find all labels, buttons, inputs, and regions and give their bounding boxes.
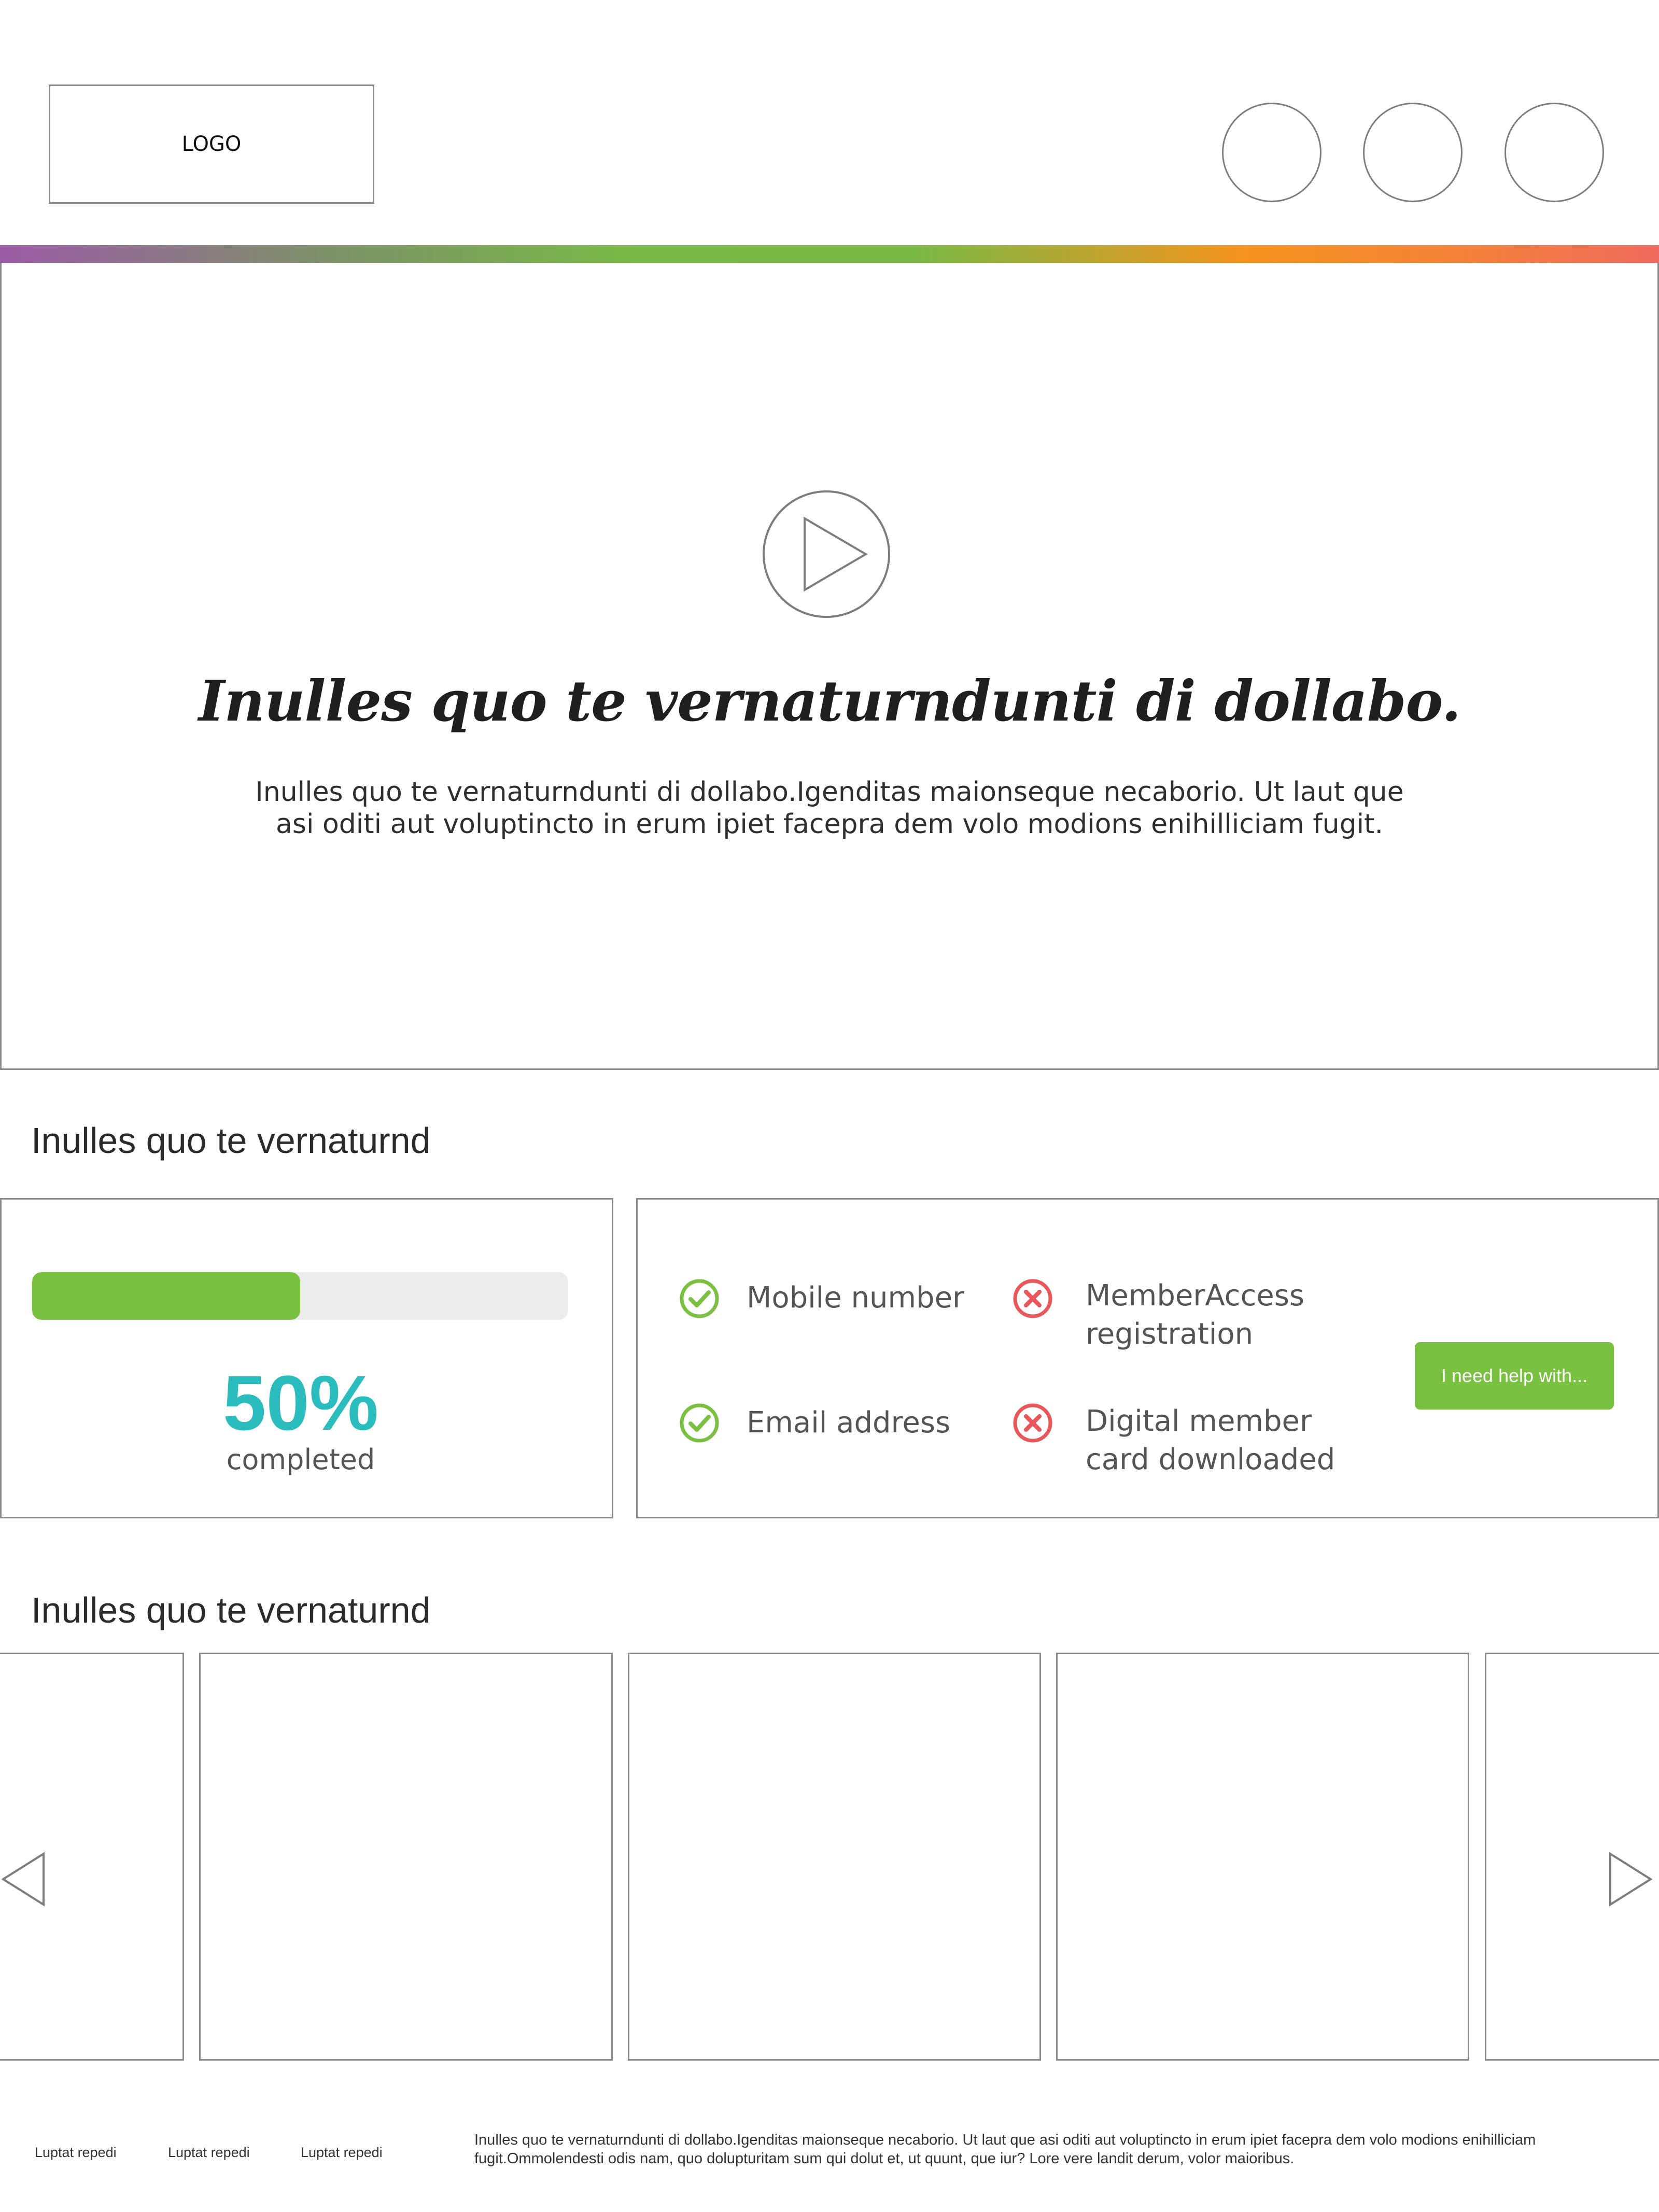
checklist-item-mobile: Mobile number	[747, 1281, 965, 1315]
logo[interactable]: LOGO	[49, 84, 374, 204]
progress-bar	[32, 1272, 568, 1320]
check-circle-icon	[680, 1279, 719, 1318]
chevron-left-icon[interactable]	[0, 1851, 47, 1908]
carousel-card-1[interactable]	[199, 1653, 613, 2061]
hero-description: Inulles quo te vernaturndunti di dollabo…	[255, 777, 1404, 840]
checklist-item-email: Email address	[747, 1406, 951, 1440]
play-icon[interactable]	[762, 490, 891, 618]
hero-title: Inulles quo te vernaturndunti di dollabo…	[198, 669, 1461, 734]
checklist-item-memberaccess: MemberAccess registration	[1086, 1279, 1305, 1351]
gradient-divider	[0, 245, 1659, 263]
carousel-section-title: Inulles quo te vernaturnd	[31, 1590, 431, 1630]
checklist-item-digital-card: Digital member card downloaded	[1086, 1404, 1335, 1476]
logo-text: LOGO	[181, 132, 242, 156]
hero-video-area[interactable]	[0, 263, 1659, 1070]
progress-bar-fill	[32, 1272, 300, 1320]
carousel-card-3[interactable]	[1056, 1653, 1469, 2061]
footer-text: Inulles quo te vernaturndunti di dollabo…	[474, 2132, 1536, 2167]
carousel-card-2[interactable]	[628, 1653, 1041, 2061]
progress-percent: 50%	[222, 1359, 379, 1446]
chevron-right-icon[interactable]	[1607, 1851, 1654, 1908]
header-circle-button-1[interactable]	[1222, 103, 1321, 202]
footer-link-3[interactable]: Luptat repedi	[301, 2145, 383, 2161]
error-circle-icon	[1013, 1279, 1052, 1318]
progress-label: completed	[226, 1443, 375, 1476]
footer-link-1[interactable]: Luptat repedi	[35, 2145, 117, 2161]
footer-link-2[interactable]: Luptat repedi	[168, 2145, 250, 2161]
header-circle-button-2[interactable]	[1363, 103, 1463, 202]
header-circle-button-3[interactable]	[1505, 103, 1604, 202]
check-circle-icon	[680, 1403, 719, 1443]
help-button[interactable]: I need help with...	[1415, 1342, 1614, 1410]
error-circle-icon	[1013, 1403, 1052, 1443]
progress-section-title: Inulles quo te vernaturnd	[31, 1120, 431, 1161]
